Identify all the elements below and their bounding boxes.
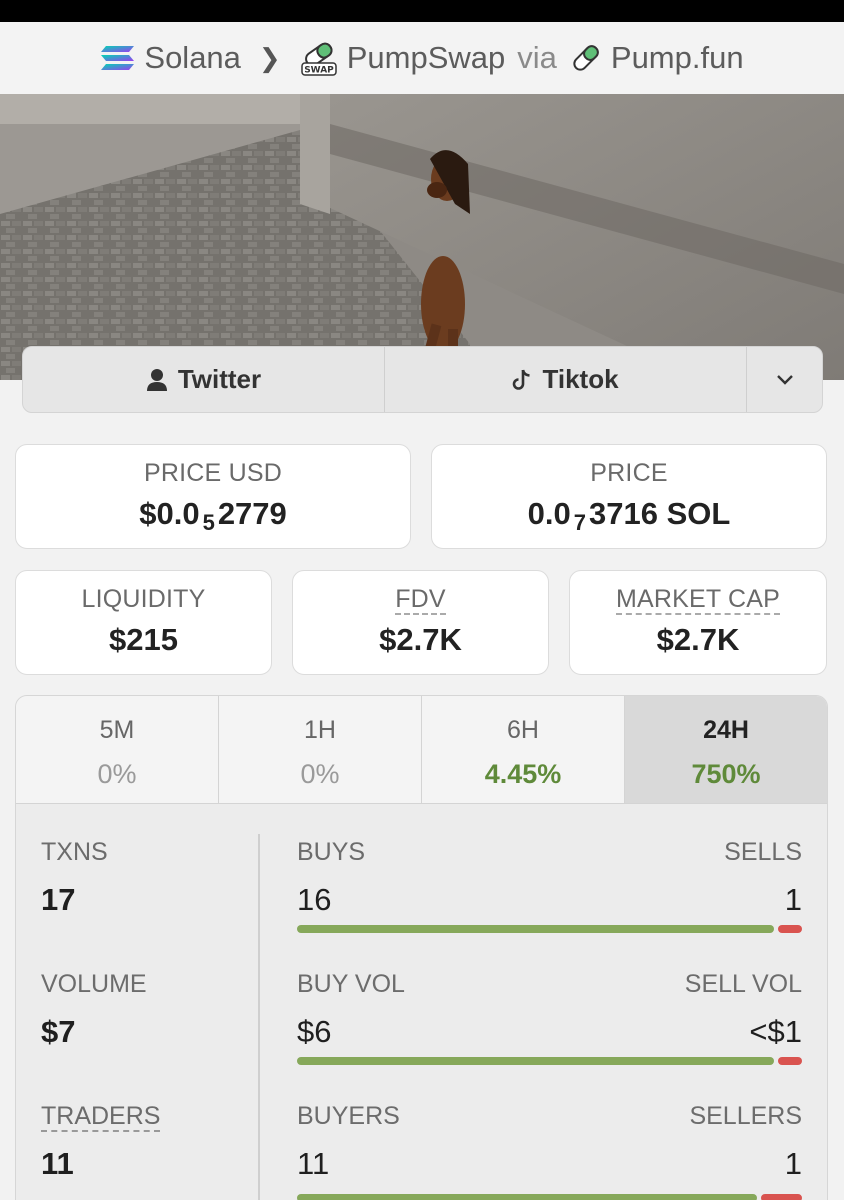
tab-6h[interactable]: 6H 4.45% — [422, 696, 625, 803]
breadcrumb-chain-label: Solana — [144, 40, 241, 75]
traders-value: 11 — [41, 1146, 74, 1181]
tab-change: 0% — [300, 759, 340, 789]
tab-1h[interactable]: 1H 0% — [219, 696, 422, 803]
sellers-bar — [761, 1194, 802, 1200]
chevron-right-icon: ❯ — [258, 42, 281, 73]
tab-change: 0% — [97, 759, 137, 789]
tab-24h[interactable]: 24H 750% — [625, 696, 827, 803]
traders-label[interactable]: TRADERS — [41, 1102, 161, 1132]
sells-value: 1 — [784, 882, 802, 917]
fdv-card[interactable]: FDV $2.7K — [292, 570, 549, 675]
volume-label: VOLUME — [41, 970, 147, 998]
breadcrumb-chain[interactable]: Solana — [100, 40, 241, 76]
tab-change: 750% — [691, 759, 761, 789]
stats-grid: TXNS 17 BUYS 16 SELLS 1 VOLUME $7 BUY VO… — [16, 804, 827, 1200]
stats-divider — [258, 834, 260, 1200]
price-native-value: 0.0 73716 SOL — [527, 496, 731, 535]
breadcrumb-dex-label: PumpSwap — [346, 40, 506, 75]
breadcrumb: Solana ❯ SWAP PumpSwap via Pump.fun — [0, 22, 844, 94]
sell-vol-value: <$1 — [749, 1014, 802, 1049]
buys-value: 16 — [297, 882, 332, 917]
price-native-label: PRICE — [590, 459, 668, 487]
market-cap-label: MARKET CAP — [615, 585, 781, 615]
liquidity-label: LIQUIDITY — [81, 585, 206, 613]
sell-vol-bar — [778, 1057, 802, 1065]
sells-bar — [778, 925, 802, 933]
price-usd-value: $0.0 52779 — [139, 496, 287, 535]
twitter-label: Twitter — [177, 364, 262, 394]
pumpswap-icon: SWAP — [300, 42, 337, 76]
breadcrumb-source[interactable]: Pump.fun — [569, 40, 744, 76]
txns-value: 17 — [41, 882, 76, 917]
liquidity-card: LIQUIDITY $215 — [15, 570, 272, 675]
twitter-button[interactable]: Twitter — [23, 347, 385, 412]
pill-icon — [573, 45, 599, 71]
user-icon — [146, 368, 167, 391]
buyers-bar — [297, 1194, 757, 1200]
breadcrumb-dex[interactable]: SWAP PumpSwap — [299, 39, 506, 77]
breadcrumb-source-label: Pump.fun — [610, 40, 744, 75]
social-links-bar: Twitter Tiktok — [22, 346, 823, 413]
buy-vol-value: $6 — [297, 1014, 332, 1049]
market-cap-card[interactable]: MARKET CAP $2.7K — [569, 570, 827, 675]
fdv-label: FDV — [395, 585, 446, 615]
horse-photo-banner — [0, 94, 844, 380]
chevron-down-icon — [776, 374, 793, 385]
tab-label: 1H — [304, 716, 336, 744]
market-cap-value: $2.7K — [656, 622, 740, 657]
price-native-card: PRICE 0.0 73716 SOL — [431, 444, 827, 549]
liquidity-value: $215 — [109, 622, 178, 657]
txns-label: TXNS — [41, 838, 108, 866]
status-bar — [0, 0, 844, 22]
buyers-value: 11 — [297, 1146, 330, 1181]
solana-icon — [101, 46, 135, 70]
timeframe-tabs: 5M 0% 1H 0% 6H 4.45% 24H 750% — [16, 696, 827, 804]
trading-stats-panel: 5M 0% 1H 0% 6H 4.45% 24H 750% TXNS 17 BU… — [15, 695, 828, 1200]
sells-label: SELLS — [724, 838, 802, 866]
tab-5m[interactable]: 5M 0% — [16, 696, 219, 803]
sellers-value: 1 — [784, 1146, 802, 1181]
buy-vol-bar — [297, 1057, 774, 1065]
volume-value: $7 — [41, 1014, 76, 1049]
tab-label: 6H — [507, 716, 539, 744]
token-banner-image — [0, 94, 844, 380]
tiktok-label: Tiktok — [542, 364, 619, 394]
buys-bar — [297, 925, 774, 933]
price-usd-label: PRICE USD — [144, 459, 282, 487]
sell-vol-label: SELL VOL — [684, 970, 802, 998]
fdv-value: $2.7K — [379, 622, 462, 657]
svg-text:SWAP: SWAP — [304, 66, 334, 76]
tiktok-button[interactable]: Tiktok — [385, 347, 747, 412]
tab-label: 5M — [99, 716, 135, 744]
buyers-label: BUYERS — [297, 1102, 400, 1130]
buys-label: BUYS — [297, 838, 366, 866]
sellers-label: SELLERS — [689, 1102, 802, 1130]
tiktok-icon — [513, 369, 531, 390]
breadcrumb-via: via — [517, 40, 557, 75]
price-usd-card: PRICE USD $0.0 52779 — [15, 444, 411, 549]
more-links-button[interactable] — [747, 347, 822, 412]
buy-vol-label: BUY VOL — [297, 970, 405, 998]
tab-change: 4.45% — [484, 759, 562, 789]
tab-label: 24H — [703, 716, 749, 744]
